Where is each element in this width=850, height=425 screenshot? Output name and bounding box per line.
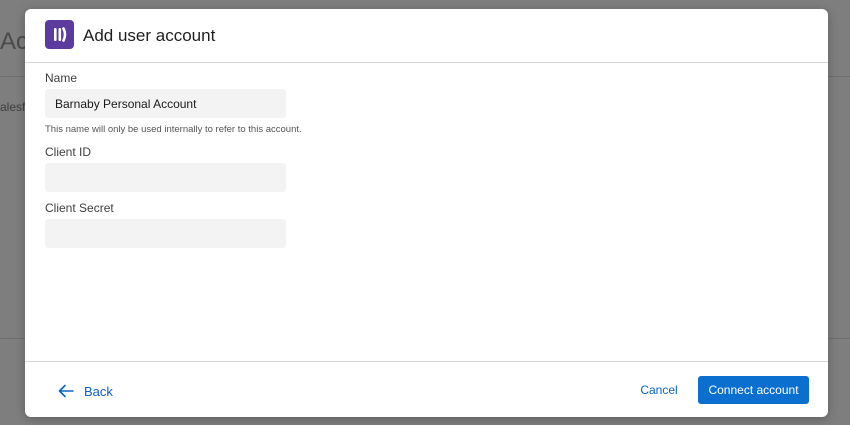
client-id-field-label: Client ID xyxy=(45,145,92,159)
app-logo-icon xyxy=(45,20,74,49)
name-input[interactable] xyxy=(45,89,286,118)
cancel-button[interactable]: Cancel xyxy=(631,377,687,403)
client-secret-input[interactable] xyxy=(45,219,286,248)
client-id-input[interactable] xyxy=(45,163,286,192)
footer-divider xyxy=(25,361,828,362)
back-button[interactable]: Back xyxy=(58,380,113,402)
connect-account-button[interactable]: Connect account xyxy=(698,376,809,404)
back-button-label: Back xyxy=(84,383,113,399)
name-field-label: Name xyxy=(45,71,78,85)
client-secret-field-label: Client Secret xyxy=(45,201,114,215)
dialog-header: Add user account xyxy=(25,9,828,63)
arrow-left-icon xyxy=(58,384,74,398)
add-user-account-dialog: Add user account Name This name will onl… xyxy=(25,9,828,417)
name-help-text: This name will only be used internally t… xyxy=(45,124,302,135)
dialog-title: Add user account xyxy=(83,26,216,45)
